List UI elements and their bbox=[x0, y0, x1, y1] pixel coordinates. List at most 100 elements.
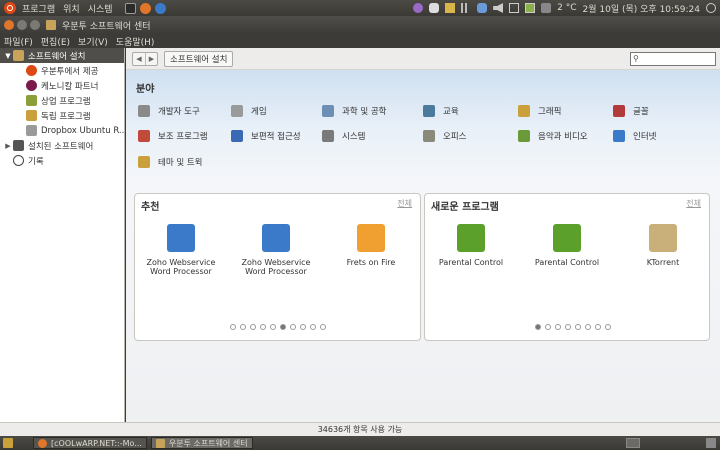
window-titlebar[interactable]: 우분투 소프트웨어 센터 bbox=[0, 16, 720, 34]
menu-edit[interactable]: 편집(E) bbox=[41, 35, 70, 48]
pager-dot[interactable] bbox=[319, 324, 326, 330]
minimize-window-icon[interactable] bbox=[17, 20, 27, 30]
pager-dot[interactable] bbox=[229, 324, 236, 330]
maximize-window-icon[interactable] bbox=[30, 20, 40, 30]
app-tile[interactable]: Parental Control bbox=[425, 224, 517, 267]
menu-applications[interactable]: 프로그램 bbox=[22, 2, 55, 15]
weather-temp[interactable]: 2 °C bbox=[557, 3, 576, 13]
app-tile[interactable]: KTorrent bbox=[617, 224, 709, 267]
canonical-icon bbox=[26, 80, 37, 91]
department-item[interactable]: 그래픽 bbox=[518, 105, 561, 117]
expand-icon[interactable]: ▶ bbox=[3, 142, 13, 150]
department-item[interactable]: 테마 및 트윅 bbox=[138, 156, 203, 168]
pager-dot[interactable] bbox=[545, 324, 551, 330]
show-desktop-icon[interactable] bbox=[3, 438, 13, 448]
pager-dot[interactable] bbox=[269, 324, 276, 330]
ubuntu-logo-icon[interactable] bbox=[4, 2, 16, 14]
pager-dot[interactable] bbox=[299, 324, 306, 330]
pager-dot[interactable] bbox=[585, 324, 591, 330]
pager-dot[interactable] bbox=[239, 324, 246, 330]
trash-icon[interactable] bbox=[706, 438, 716, 448]
menu-places[interactable]: 위치 bbox=[63, 2, 80, 15]
department-item[interactable]: 보조 프로그램 bbox=[138, 130, 208, 142]
whats-new-more-link[interactable]: 전체 bbox=[686, 198, 701, 209]
menu-help[interactable]: 도움말(H) bbox=[116, 35, 155, 48]
department-item[interactable]: 개발자 도구 bbox=[138, 105, 200, 117]
bluetooth-icon[interactable] bbox=[477, 3, 488, 13]
pager-dot[interactable] bbox=[565, 324, 571, 330]
power-icon[interactable] bbox=[706, 3, 716, 13]
office-icon bbox=[423, 130, 435, 142]
pager-dot[interactable] bbox=[605, 324, 611, 330]
department-item[interactable]: 과학 및 공학 bbox=[322, 105, 387, 117]
main-area: ◀ ▶ 소프트웨어 설치 ⚲ 분야 개발자 도구 게임 과학 및 공학 교육 그래픽 글꼴… bbox=[126, 48, 720, 422]
department-item[interactable]: 게임 bbox=[231, 105, 267, 117]
pager-dot[interactable] bbox=[289, 324, 296, 330]
taskbar-item-software-center[interactable]: 우분투 소프트웨어 센터 bbox=[150, 437, 253, 449]
menu-file[interactable]: 파일(F) bbox=[4, 35, 33, 48]
help-launcher-icon[interactable] bbox=[154, 2, 166, 14]
graphics-icon bbox=[518, 105, 530, 117]
developer-tools-icon bbox=[138, 105, 150, 117]
sidebar-item-get-software[interactable]: ▼ 소프트웨어 설치 bbox=[0, 48, 124, 63]
document-edit-icon bbox=[262, 224, 290, 252]
sidebar-item-canonical-partners[interactable]: 케노니칼 파트너 bbox=[0, 78, 124, 93]
app-tile[interactable]: Zoho Webservice Word Processor bbox=[135, 224, 227, 276]
workspace-switcher[interactable] bbox=[626, 438, 640, 448]
breadcrumb[interactable]: 소프트웨어 설치 bbox=[164, 50, 234, 67]
network-icon[interactable] bbox=[461, 3, 472, 13]
sidebar-item-dropbox[interactable]: Dropbox Ubuntu R... bbox=[0, 123, 124, 138]
firefox-launcher-icon[interactable] bbox=[139, 2, 151, 14]
sidebar-item-label: 소프트웨어 설치 bbox=[28, 51, 86, 62]
department-item[interactable]: 글꼴 bbox=[613, 105, 649, 117]
department-item[interactable]: 보편적 접근성 bbox=[231, 130, 301, 142]
featured-panel: 추천 전체 Zoho Webservice Word Processor Zoho… bbox=[134, 193, 421, 341]
window-controls bbox=[4, 20, 40, 30]
messages-icon[interactable] bbox=[429, 3, 440, 13]
featured-more-link[interactable]: 전체 bbox=[397, 198, 412, 209]
forward-button[interactable]: ▶ bbox=[145, 52, 157, 65]
menu-view[interactable]: 보기(V) bbox=[78, 35, 108, 48]
department-item[interactable]: 교육 bbox=[423, 105, 459, 117]
department-item[interactable]: 오피스 bbox=[423, 130, 466, 142]
search-box[interactable]: ⚲ bbox=[630, 51, 716, 66]
app-tile[interactable]: Zoho Webservice Word Processor bbox=[230, 224, 322, 276]
sidebar-item-commercial[interactable]: 상업 프로그램 bbox=[0, 93, 124, 108]
folder-icon[interactable] bbox=[445, 3, 456, 13]
app-name: Parental Control bbox=[534, 258, 600, 267]
pager-dot[interactable] bbox=[535, 324, 541, 330]
menu-system[interactable]: 시스템 bbox=[88, 2, 113, 15]
pager-dot[interactable] bbox=[555, 324, 561, 330]
pager-dot[interactable] bbox=[595, 324, 601, 330]
pager-dot[interactable] bbox=[309, 324, 316, 330]
department-item[interactable]: 음악과 비디오 bbox=[518, 130, 588, 142]
pager-dot[interactable] bbox=[279, 324, 286, 330]
pager-dot[interactable] bbox=[259, 324, 266, 330]
department-label: 글꼴 bbox=[633, 107, 649, 117]
app-tile[interactable]: Frets on Fire bbox=[325, 224, 417, 267]
software-center-icon bbox=[155, 438, 165, 448]
pager-dot[interactable] bbox=[249, 324, 256, 330]
volume-icon[interactable] bbox=[493, 3, 504, 13]
clock-icon bbox=[13, 155, 24, 166]
pager-dot[interactable] bbox=[575, 324, 581, 330]
mail-icon[interactable] bbox=[509, 3, 520, 13]
clock[interactable]: 2월 10일 (목) 오후 10:59:24 bbox=[583, 2, 700, 15]
battery-icon[interactable] bbox=[525, 3, 536, 13]
chat-icon[interactable] bbox=[413, 3, 424, 13]
department-item[interactable]: 시스템 bbox=[322, 130, 365, 142]
system-tray: 2 °C 2월 10일 (목) 오후 10:59:24 bbox=[413, 2, 720, 15]
sidebar-item-installed-software[interactable]: ▶ 설치된 소프트웨어 bbox=[0, 138, 124, 153]
terminal-launcher-icon[interactable] bbox=[124, 2, 136, 14]
app-tile[interactable]: Parental Control bbox=[521, 224, 613, 267]
taskbar-item-browser[interactable]: [cOOLwARP.NET::-Mo... bbox=[33, 437, 147, 449]
department-item[interactable]: 인터넷 bbox=[613, 130, 656, 142]
sidebar-item-provided-by-ubuntu[interactable]: 우분투에서 제공 bbox=[0, 63, 124, 78]
close-window-icon[interactable] bbox=[4, 20, 14, 30]
sidebar-item-history[interactable]: 기록 bbox=[0, 153, 124, 168]
back-button[interactable]: ◀ bbox=[133, 53, 145, 65]
collapse-icon[interactable]: ▼ bbox=[3, 52, 13, 60]
themes-icon bbox=[138, 156, 150, 168]
accessibility-icon bbox=[231, 130, 243, 142]
sidebar-item-independent[interactable]: 독립 프로그램 bbox=[0, 108, 124, 123]
